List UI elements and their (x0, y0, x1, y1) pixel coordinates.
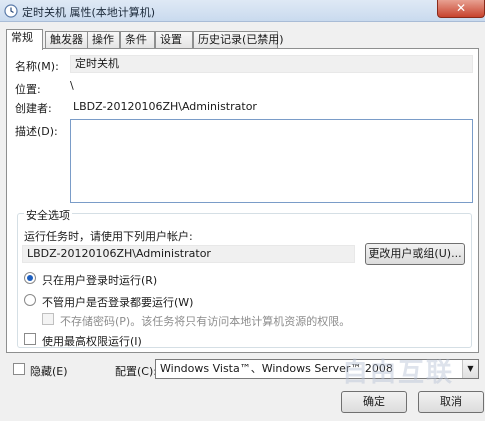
security-group-title: 安全选项 (24, 207, 72, 223)
radio-run-whether-logged[interactable] (24, 294, 36, 306)
window-title: 定时关机 属性(本地计算机) (22, 6, 156, 19)
no-store-password-label: 不存储密码(P)。该任务将只有访问本地计算机资源的权限。 (60, 315, 351, 328)
description-label: 描述(D): (15, 125, 58, 138)
watermark-logo: 自由互联 (342, 352, 485, 392)
highest-privileges-label[interactable]: 使用最高权限运行(I) (42, 333, 142, 349)
name-label: 名称(M): (15, 60, 59, 73)
radio-run-logged-on[interactable] (24, 272, 36, 284)
account-field: LBDZ-20120106ZH\Administrator (22, 245, 355, 263)
radio-run-logged-on-label[interactable]: 只在用户登录时运行(R) (42, 272, 157, 288)
change-user-button[interactable]: 更改用户或组(U)... (365, 243, 465, 265)
tab-conditions[interactable]: 条件 (120, 31, 155, 49)
close-button[interactable]: ✕ (437, 0, 485, 18)
highest-privileges-checkbox[interactable] (24, 333, 36, 345)
description-input[interactable] (70, 119, 473, 203)
hidden-checkbox[interactable] (13, 363, 25, 375)
hidden-label[interactable]: 隐藏(E) (30, 363, 68, 379)
name-field[interactable]: 定时关机 (70, 55, 473, 73)
no-store-password-checkbox[interactable] (42, 313, 54, 325)
title-bar: 定时关机 属性(本地计算机) ✕ (0, 0, 485, 22)
configure-label: 配置(C): (115, 365, 157, 378)
tab-general[interactable]: 常规 (6, 29, 43, 50)
cancel-button[interactable]: 取消 (418, 391, 484, 413)
tab-settings[interactable]: 设置 (155, 31, 193, 49)
watermark-text: 自由互联 (342, 358, 455, 388)
author-label: 创建者: (15, 102, 52, 115)
tab-triggers[interactable]: 触发器 (45, 31, 89, 49)
tab-history[interactable]: 历史记录(已禁用) (193, 31, 284, 49)
location-label: 位置: (15, 83, 41, 96)
ok-button[interactable]: 确定 (341, 391, 407, 413)
close-icon: ✕ (455, 1, 467, 15)
security-options-group: 安全选项 运行任务时，请使用下列用户帐户: LBDZ-20120106ZH\Ad… (17, 207, 472, 349)
radio-run-whether-logged-label[interactable]: 不管用户是否登录都要运行(W) (42, 294, 193, 310)
location-value: \ (70, 79, 74, 92)
author-value: LBDZ-20120106ZH\Administrator (73, 100, 257, 113)
general-tab-panel: 名称(M): 定时关机 位置: \ 创建者: LBDZ-20120106ZH\A… (6, 48, 479, 353)
run-as-prompt: 运行任务时，请使用下列用户帐户: (24, 230, 193, 243)
tab-actions[interactable]: 操作 (87, 31, 120, 49)
clock-icon (4, 4, 18, 18)
